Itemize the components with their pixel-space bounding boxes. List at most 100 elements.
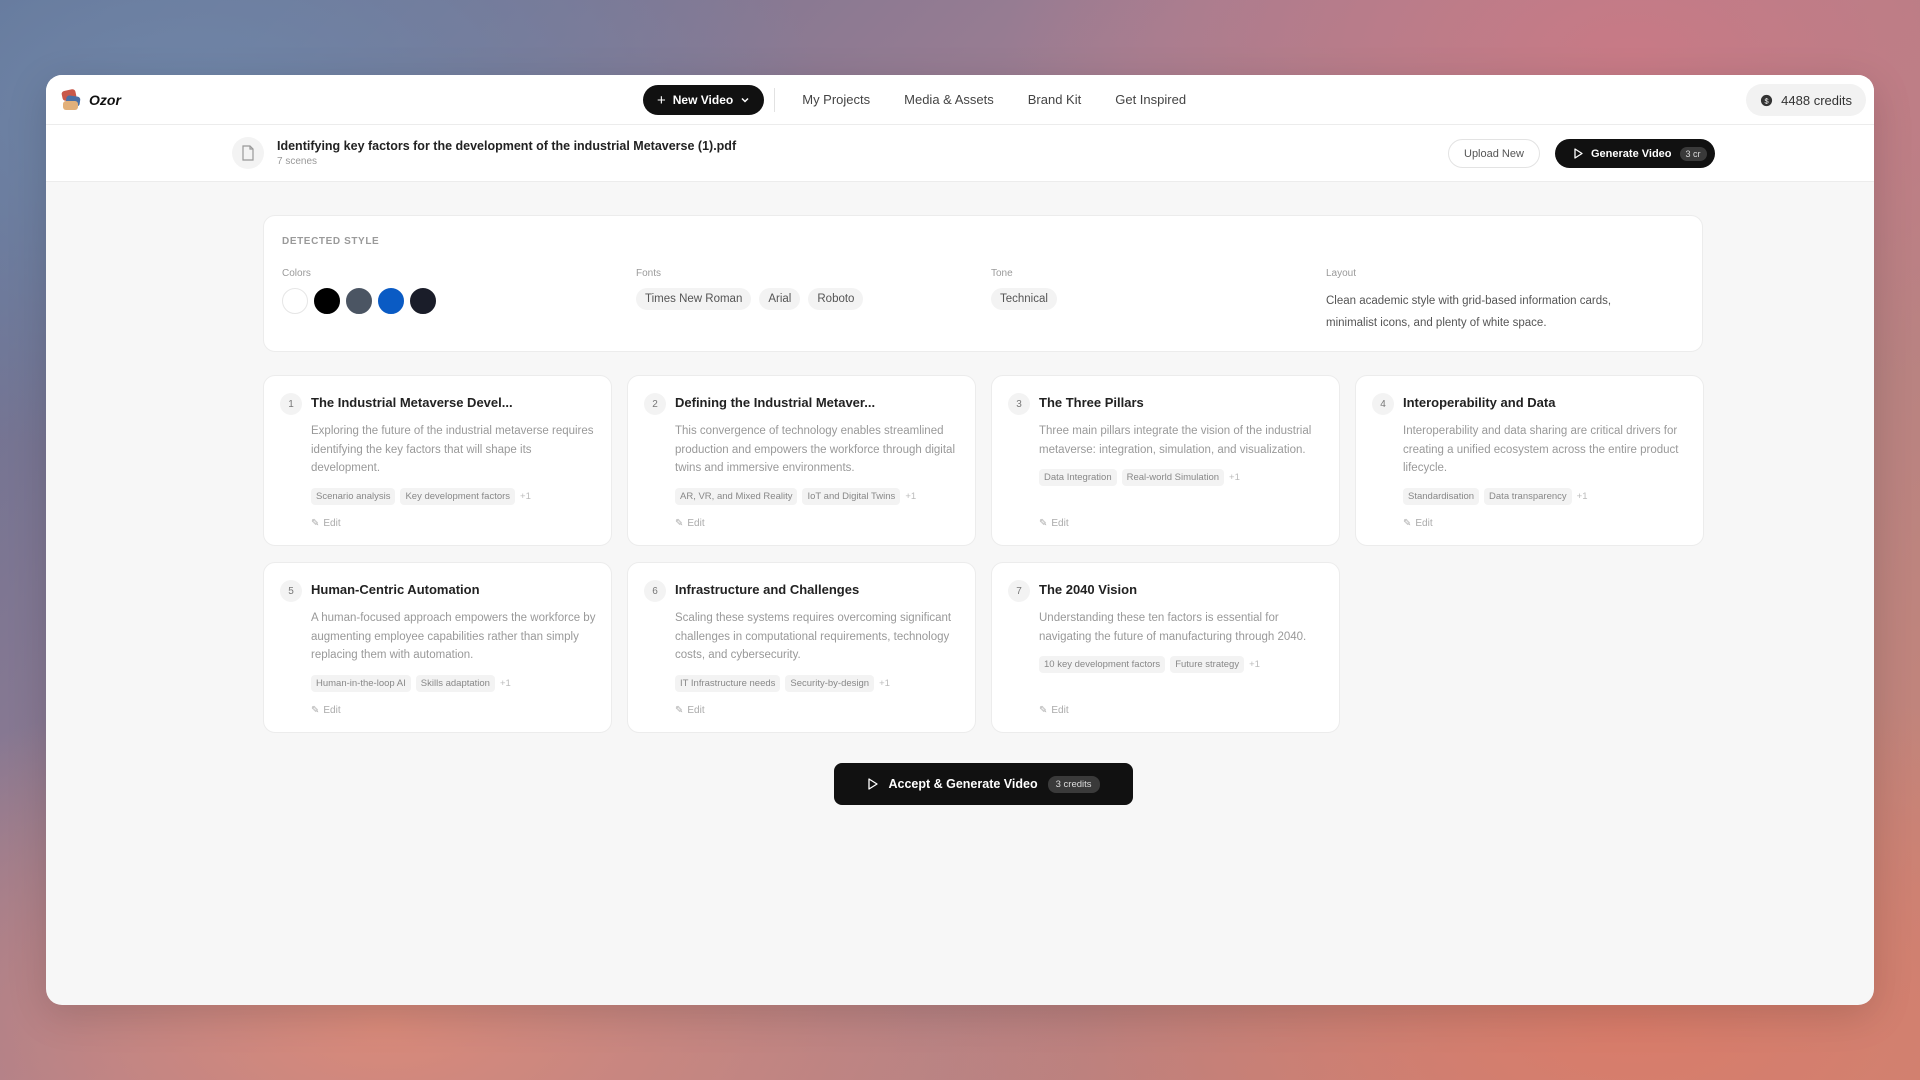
scene-card[interactable]: 6 Infrastructure and Challenges Scaling … <box>627 562 976 733</box>
scene-description: Understanding these ten factors is essen… <box>1039 612 1307 643</box>
upload-new-button[interactable]: Upload New <box>1448 139 1540 168</box>
edit-icon: ✎ <box>1039 705 1048 716</box>
scene-card[interactable]: 7 The 2040 Vision Understanding these te… <box>991 562 1340 733</box>
chevron-down-icon <box>741 97 749 103</box>
edit-label: Edit <box>1051 705 1069 716</box>
nav-media-assets[interactable]: Media & Assets <box>887 85 1011 115</box>
play-icon <box>1574 148 1583 159</box>
scene-title: Defining the Industrial Metaver... <box>675 395 876 410</box>
edit-label: Edit <box>687 705 705 716</box>
scene-title: Human-Centric Automation <box>311 582 480 597</box>
edit-scene-button[interactable]: ✎ Edit <box>311 518 341 529</box>
more-tags-count: +1 <box>1576 491 1588 502</box>
generate-video-button[interactable]: Generate Video 3 cr <box>1555 139 1715 168</box>
scene-card[interactable]: 1 The Industrial Metaverse Devel... Expl… <box>263 375 612 546</box>
svg-text:$: $ <box>1765 96 1769 105</box>
color-swatch <box>378 288 404 314</box>
play-icon <box>868 778 879 790</box>
tone-chips: Technical <box>991 288 1057 310</box>
app-logo[interactable]: Ozor <box>60 88 121 111</box>
fonts-label: Fonts <box>636 268 662 279</box>
scene-description: Scaling these systems requires overcomin… <box>675 612 952 661</box>
scene-tag: Key development factors <box>400 488 516 505</box>
scene-description: A human-focused approach empowers the wo… <box>311 612 596 661</box>
scene-tag: Standardisation <box>1403 488 1480 505</box>
credits-badge[interactable]: $ 4488 credits <box>1746 84 1866 116</box>
scene-tags: 10 key development factors Future strate… <box>1039 656 1260 673</box>
scene-card[interactable]: 2 Defining the Industrial Metaver... Thi… <box>627 375 976 546</box>
color-swatch <box>346 288 372 314</box>
scene-tag: Skills adaptation <box>415 675 495 692</box>
scene-tag: Data transparency <box>1484 488 1572 505</box>
generate-video-label: Generate Video <box>1591 147 1672 160</box>
more-tags-count: +1 <box>1249 659 1260 670</box>
edit-icon: ✎ <box>1403 518 1412 529</box>
scene-number: 7 <box>1008 580 1030 602</box>
scene-tags: AR, VR, and Mixed Reality IoT and Digita… <box>675 488 916 505</box>
edit-icon: ✎ <box>311 705 320 716</box>
edit-scene-button[interactable]: ✎ Edit <box>311 705 341 716</box>
nav-my-projects[interactable]: My Projects <box>785 85 887 115</box>
scene-card[interactable]: 3 The Three Pillars Three main pillars i… <box>991 375 1340 546</box>
scene-number: 6 <box>644 580 666 602</box>
nav-divider <box>774 88 776 112</box>
edit-label: Edit <box>323 518 341 529</box>
nav-get-inspired[interactable]: Get Inspired <box>1098 85 1203 115</box>
scene-number: 1 <box>280 393 302 415</box>
edit-label: Edit <box>687 518 705 529</box>
edit-scene-button[interactable]: ✎ Edit <box>1039 518 1069 529</box>
scene-tag: AR, VR, and Mixed Reality <box>675 488 798 505</box>
scene-number: 2 <box>644 393 666 415</box>
color-swatch <box>410 288 436 314</box>
tone-label: Tone <box>991 268 1013 279</box>
edit-scene-button[interactable]: ✎ Edit <box>675 518 705 529</box>
font-chip: Arial <box>759 288 801 310</box>
scene-tags: Standardisation Data transparency +1 <box>1403 488 1588 505</box>
edit-label: Edit <box>323 705 341 716</box>
file-name: Identifying key factors for the developm… <box>277 139 737 153</box>
edit-label: Edit <box>1415 518 1433 529</box>
scene-tag: 10 key development factors <box>1039 656 1166 673</box>
more-tags-count: +1 <box>879 678 890 689</box>
edit-icon: ✎ <box>675 705 684 716</box>
scene-title: The 2040 Vision <box>1039 582 1138 597</box>
edit-icon: ✎ <box>675 518 684 529</box>
edit-scene-button[interactable]: ✎ Edit <box>675 705 705 716</box>
scene-card[interactable]: 4 Interoperability and Data Interoperabi… <box>1355 375 1704 546</box>
scene-tag: Future strategy <box>1170 656 1245 673</box>
coin-icon: $ <box>1761 94 1773 106</box>
file-header: Identifying key factors for the developm… <box>46 125 1874 182</box>
color-swatch <box>314 288 340 314</box>
scene-title: Infrastructure and Challenges <box>675 582 860 597</box>
accept-generate-button[interactable]: Accept & Generate Video 3 credits <box>834 763 1133 805</box>
scene-card[interactable]: 5 Human-Centric Automation A human-focus… <box>263 562 612 733</box>
more-tags-count: +1 <box>499 678 511 689</box>
nav-brand-kit[interactable]: Brand Kit <box>1011 85 1098 115</box>
detected-style-panel: DETECTED STYLE Colors Fonts Times New Ro… <box>263 215 1703 352</box>
scene-tag: Human-in-the-loop AI <box>311 675 411 692</box>
edit-scene-button[interactable]: ✎ Edit <box>1403 518 1433 529</box>
new-video-button[interactable]: + New Video <box>643 85 765 115</box>
scene-tag: Real-world Simulation <box>1121 469 1225 486</box>
generate-cost-badge: 3 cr <box>1679 146 1707 161</box>
scene-description: Exploring the future of the industrial m… <box>311 425 594 474</box>
plus-icon: + <box>657 91 666 109</box>
layout-label: Layout <box>1326 268 1357 279</box>
colors-label: Colors <box>282 268 311 279</box>
edit-label: Edit <box>1051 518 1069 529</box>
new-video-label: New Video <box>672 93 734 107</box>
scene-tag: Scenario analysis <box>311 488 396 505</box>
app-name: Ozor <box>89 92 121 108</box>
edit-scene-button[interactable]: ✎ Edit <box>1039 705 1069 716</box>
tone-chip: Technical <box>991 288 1057 310</box>
more-tags-count: +1 <box>905 491 917 502</box>
credits-count: 4488 credits <box>1781 92 1852 108</box>
font-chip: Roboto <box>808 288 864 310</box>
scene-title: The Industrial Metaverse Devel... <box>311 395 513 410</box>
scene-tag: Data Integration <box>1039 469 1117 486</box>
logo-icon <box>60 88 82 111</box>
more-tags-count: +1 <box>1229 472 1240 483</box>
scene-title: The Three Pillars <box>1039 395 1144 410</box>
scene-tags: Scenario analysis Key development factor… <box>311 488 531 505</box>
accept-generate-label: Accept & Generate Video <box>888 777 1038 791</box>
